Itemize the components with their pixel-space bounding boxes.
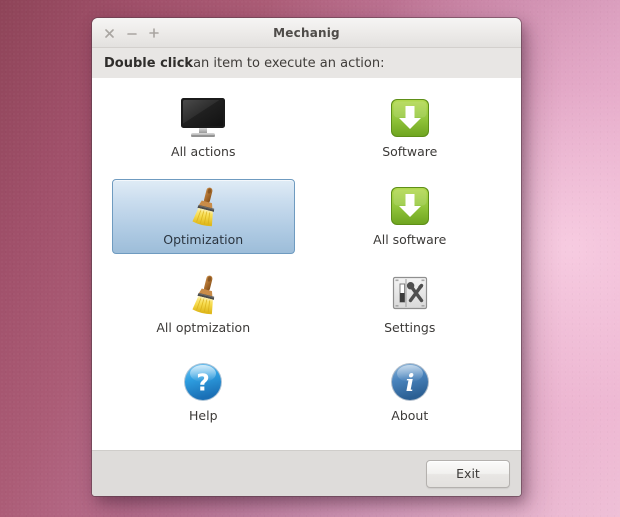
grid-cell: Settings: [307, 266, 514, 342]
action-item-label: Optimization: [163, 231, 244, 247]
grid-cell: i About: [307, 354, 514, 430]
action-item-label: About: [391, 407, 429, 423]
action-item-settings[interactable]: Settings: [318, 267, 501, 342]
grid-cell: Software: [307, 90, 514, 166]
broom-icon: [180, 183, 226, 229]
download-green-icon: [388, 95, 432, 141]
download-green-icon: [388, 183, 432, 229]
svg-text:i: i: [405, 370, 414, 397]
action-item-label: All actions: [171, 143, 236, 159]
exit-button[interactable]: Exit: [426, 459, 510, 488]
window-titlebar[interactable]: Mechanig: [92, 18, 521, 48]
grid-cell: ? Help: [100, 354, 307, 430]
action-item-all-software[interactable]: All software: [318, 179, 501, 254]
action-item-help[interactable]: ? Help: [112, 355, 295, 430]
help-question-icon: ?: [181, 359, 225, 405]
action-item-all-actions[interactable]: All actions: [112, 91, 295, 166]
action-item-label: All software: [373, 231, 447, 247]
window-footer: Exit: [92, 450, 521, 496]
grid-cell: All actions: [100, 90, 307, 166]
svg-text:?: ?: [197, 370, 210, 396]
action-item-about[interactable]: i About: [318, 355, 501, 430]
instruction-rest: an item to execute an action:: [193, 55, 385, 71]
instruction-strong: Double click: [104, 55, 194, 71]
grid-cell: Optimization: [100, 178, 307, 254]
settings-tools-icon: [389, 271, 431, 317]
broom-icon: [180, 271, 226, 317]
action-item-all-optimization[interactable]: All optmization: [112, 267, 295, 342]
window-title: Mechanig: [273, 26, 340, 40]
action-icon-grid: All actions Software Optimization All so…: [100, 84, 513, 430]
content-area: All actions Software Optimization All so…: [92, 78, 521, 450]
instruction-bar: Double click an item to execute an actio…: [92, 48, 521, 78]
monitor-icon: [175, 95, 231, 141]
action-item-software[interactable]: Software: [318, 91, 501, 166]
about-info-icon: i: [388, 359, 432, 405]
grid-cell: All software: [307, 178, 514, 254]
mechanig-window: Mechanig Double click an item to execute…: [92, 18, 521, 496]
action-item-label: Help: [189, 407, 218, 423]
action-item-label: Software: [382, 143, 438, 159]
action-item-optimization[interactable]: Optimization: [111, 178, 295, 254]
action-item-label: All optmization: [156, 319, 251, 335]
action-item-label: Settings: [384, 319, 436, 335]
grid-cell: All optmization: [100, 266, 307, 342]
